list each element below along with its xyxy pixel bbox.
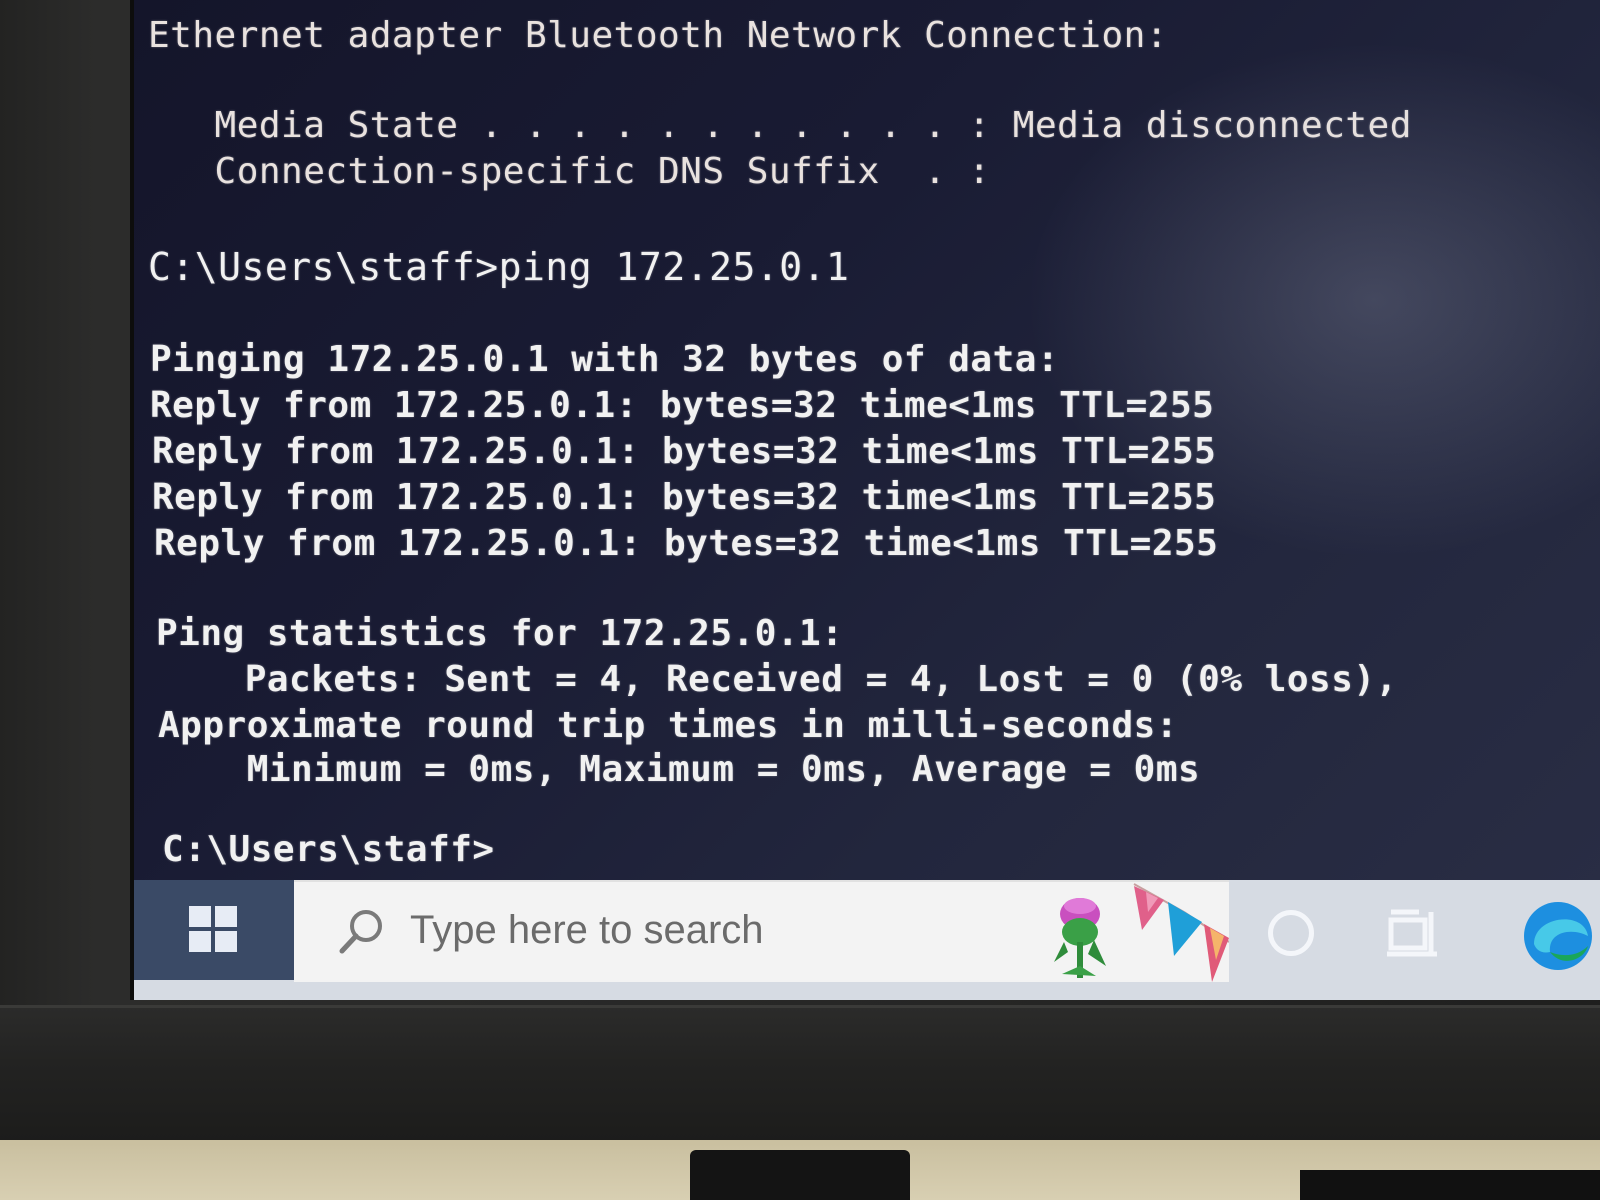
console-line-packets: Packets: Sent = 4, Received = 4, Lost = … (156, 659, 1398, 700)
cortana-icon (1268, 910, 1314, 956)
console-line-adapter-heading: Ethernet adapter Bluetooth Network Conne… (148, 15, 1168, 56)
console-line-reply: Reply from 172.25.0.1: bytes=32 time<1ms… (152, 477, 1217, 518)
search-placeholder: Type here to search (410, 908, 764, 952)
thistle-bunting-decoration-icon (1054, 883, 1229, 982)
cortana-button[interactable] (1256, 898, 1326, 968)
console-line-rtt-heading: Approximate round trip times in milli-se… (158, 705, 1178, 746)
console-line-pinging: Pinging 172.25.0.1 with 32 bytes of data… (150, 339, 1060, 380)
console-line-prompt: C:\Users\staff> (162, 829, 495, 870)
console-line-stats-heading: Ping statistics for 172.25.0.1: (156, 613, 844, 654)
search-icon (339, 910, 382, 954)
desk-object (1300, 1170, 1600, 1200)
monitor-bezel-bottom (0, 1005, 1600, 1143)
start-button[interactable] (134, 880, 294, 980)
console-line-ping-command: C:\Users\staff>ping 172.25.0.1 (148, 245, 850, 289)
console-line-reply: Reply from 172.25.0.1: bytes=32 time<1ms… (152, 431, 1217, 472)
task-view-icon[interactable] (1379, 898, 1449, 968)
taskbar-search-box[interactable]: Type here to search (294, 880, 1229, 982)
console-line-reply: Reply from 172.25.0.1: bytes=32 time<1ms… (150, 385, 1215, 426)
edge-icon[interactable] (1514, 894, 1594, 974)
console-line-media-state: Media State . . . . . . . . . . . : Medi… (148, 105, 1412, 146)
taskbar: Type here to search (134, 880, 1600, 1000)
console-line-dns-suffix: Connection-specific DNS Suffix . : (148, 151, 991, 192)
console-line-reply: Reply from 172.25.0.1: bytes=32 time<1ms… (154, 523, 1219, 564)
command-prompt-output[interactable]: Ethernet adapter Bluetooth Network Conne… (148, 0, 1588, 890)
console-line-rtt-values: Minimum = 0ms, Maximum = 0ms, Average = … (158, 749, 1201, 790)
photo-scene: Ethernet adapter Bluetooth Network Conne… (0, 0, 1600, 1200)
windows-logo-icon (189, 906, 239, 954)
monitor-stand (690, 1150, 910, 1200)
monitor-screen: Ethernet adapter Bluetooth Network Conne… (130, 0, 1600, 1000)
